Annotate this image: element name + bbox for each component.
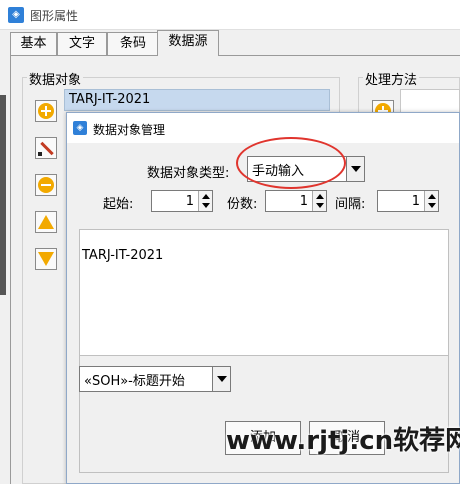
spin-down-icon[interactable] <box>316 203 324 208</box>
spin-up-icon[interactable] <box>428 194 436 199</box>
data-object-list-item[interactable]: TARJ-IT-2021 <box>64 89 330 111</box>
chevron-down-icon[interactable] <box>346 157 364 181</box>
move-down-button[interactable] <box>35 248 57 270</box>
spin-down-icon[interactable] <box>202 203 210 208</box>
arrow-up-icon <box>38 215 54 229</box>
interval-label: 间隔: <box>335 197 366 212</box>
interval-value: 1 <box>411 194 420 209</box>
spin-up-icon[interactable] <box>202 194 210 199</box>
start-label: 起始: <box>103 197 134 212</box>
spin-buttons[interactable] <box>198 191 212 211</box>
add-object-button[interactable] <box>35 100 57 122</box>
text-content-input[interactable]: TARJ-IT-2021 <box>80 230 448 356</box>
data-objects-label: 数据对象 <box>27 69 84 88</box>
type-select-value: 手动输入 <box>252 164 305 179</box>
dialog-title-bar: ◈ 数据对象管理 <box>67 113 459 143</box>
move-up-button[interactable] <box>35 211 57 233</box>
copies-label: 份数: <box>227 197 258 212</box>
tab-text[interactable]: 文字 <box>57 32 107 55</box>
edit-object-button[interactable] <box>35 137 57 159</box>
interval-stepper[interactable]: 1 <box>377 190 439 212</box>
remove-object-button[interactable] <box>35 174 57 196</box>
type-select[interactable]: 手动输入 <box>247 156 365 182</box>
chevron-down-icon[interactable] <box>212 367 230 391</box>
background-edge <box>0 95 6 295</box>
window-title: 图形属性 <box>30 9 79 23</box>
app-icon: ◈ <box>8 7 24 23</box>
tab-datasource[interactable]: 数据源 <box>157 30 219 56</box>
remove-icon <box>38 177 54 193</box>
title-bar: ◈ 图形属性 <box>0 0 460 30</box>
tab-basic[interactable]: 基本 <box>10 32 57 55</box>
copies-stepper[interactable]: 1 <box>265 190 327 212</box>
processing-label: 处理方法 <box>363 69 420 88</box>
arrow-down-icon <box>38 252 54 266</box>
watermark: www.rjtj.cn软荐网 <box>226 426 460 456</box>
type-label: 数据对象类型: <box>147 166 230 181</box>
control-char-select[interactable]: «SOH»-标题开始 <box>79 366 231 392</box>
spin-down-icon[interactable] <box>428 203 436 208</box>
edit-icon <box>38 140 54 156</box>
text-content-value: TARJ-IT-2021 <box>82 248 164 263</box>
start-stepper[interactable]: 1 <box>151 190 213 212</box>
spin-buttons[interactable] <box>312 191 326 211</box>
dialog-title: 数据对象管理 <box>93 123 166 137</box>
spin-buttons[interactable] <box>424 191 438 211</box>
control-char-value: «SOH»-标题开始 <box>84 374 185 389</box>
start-value: 1 <box>185 194 194 209</box>
dialog-app-icon: ◈ <box>73 121 87 135</box>
spin-up-icon[interactable] <box>316 194 324 199</box>
add-icon <box>38 103 54 119</box>
tab-barcode[interactable]: 条码 <box>107 32 159 55</box>
copies-value: 1 <box>299 194 308 209</box>
